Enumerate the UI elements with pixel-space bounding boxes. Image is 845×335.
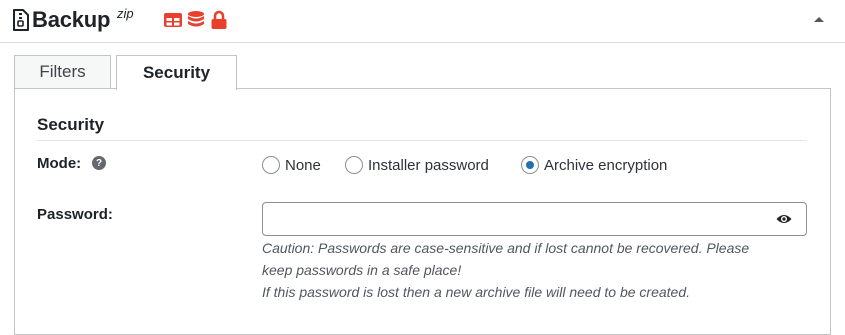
file-zip-icon [13,9,29,31]
caution-text-line-3: If this password is lost then a new arch… [262,284,690,300]
radio-mode-none[interactable]: None [262,155,321,175]
database-icon [188,11,204,27]
tab-filters[interactable]: Filters [14,55,111,89]
radio-button[interactable] [262,156,280,174]
radio-button[interactable] [345,156,363,174]
password-label: Password: [37,206,113,223]
mode-label: Mode: [37,155,82,172]
tab-security[interactable]: Security [116,55,237,90]
panel-title-suffix: zip [117,6,134,21]
radio-button[interactable] [521,156,539,174]
lock-icon [211,10,227,29]
radio-label: Installer password [368,156,489,174]
password-input[interactable] [262,202,807,236]
backup-panel-header: Backup zip [0,0,845,43]
radio-label: None [285,156,321,174]
section-title: Security [37,115,105,134]
radio-mode-installer-password[interactable]: Installer password [345,155,489,175]
panel-title: Backup [32,7,111,32]
question-icon[interactable]: ? [92,156,106,170]
collapse-arrow-icon[interactable] [812,14,826,24]
table-icon [164,13,182,27]
radio-label: Archive encryption [544,156,668,174]
section-divider [37,140,807,141]
radio-mode-archive-encryption[interactable]: Archive encryption [521,155,667,175]
caution-text-line-1: Caution: Passwords are case-sensitive an… [262,240,750,256]
eye-icon[interactable] [776,213,792,225]
caution-text-line-2: keep passwords in a safe place! [262,262,462,278]
